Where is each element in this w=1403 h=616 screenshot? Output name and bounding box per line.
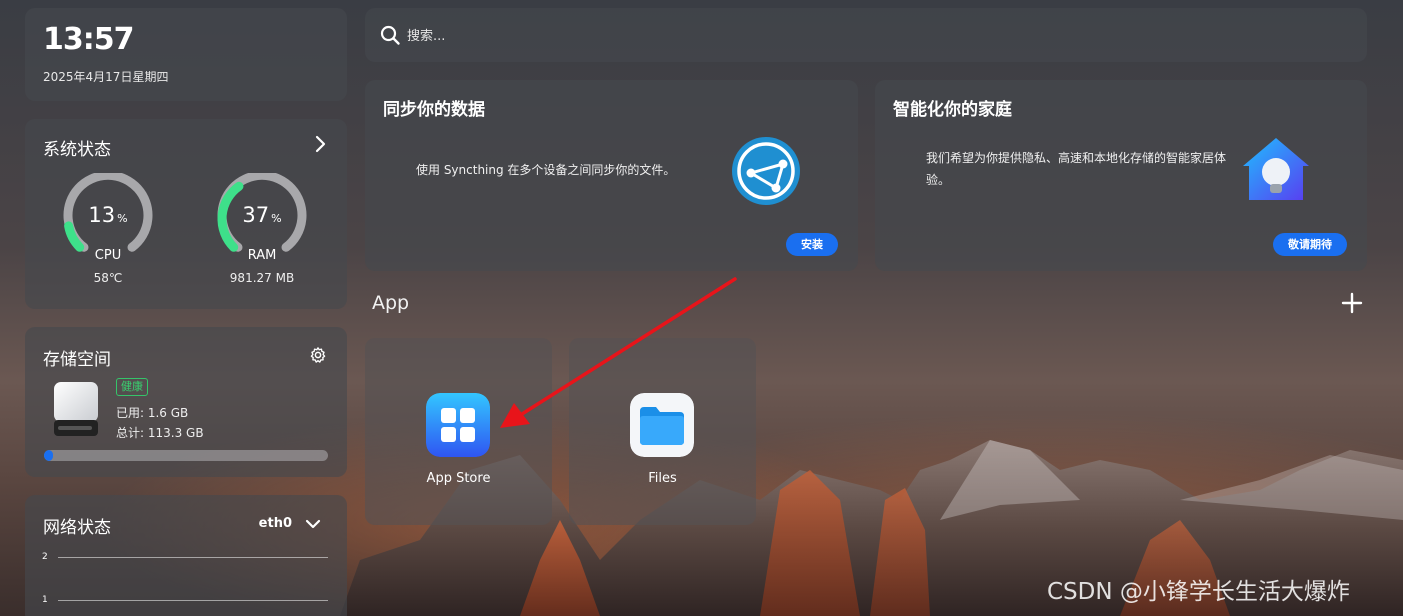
- syncthing-icon: [732, 137, 800, 205]
- folder-icon: [630, 393, 694, 457]
- ram-used: 981.27 MB: [229, 271, 295, 285]
- search-input[interactable]: [405, 22, 1309, 50]
- promo-description: 我们希望为你提供隐私、高速和本地化存储的智能家居体验。: [926, 151, 1227, 187]
- clock-date: 2025年4月17日星期四: [43, 70, 169, 84]
- promo-card-smart-home: 智能化你的家庭 我们希望为你提供隐私、高速和本地化存储的智能家居体验。 敬请期待: [875, 80, 1367, 271]
- clock-widget: 13:57 2025年4月17日星期四: [25, 8, 347, 101]
- app-name: App Store: [426, 471, 491, 486]
- storage-used: 已用: 1.6 GB: [116, 406, 189, 420]
- promo-title: 智能化你的家庭: [893, 100, 1012, 120]
- cpu-unit: %: [117, 212, 128, 225]
- storage-total: 总计: 113.3 GB: [116, 426, 204, 440]
- ram-percent: 37: [242, 203, 270, 227]
- interface-selector[interactable]: eth0: [259, 516, 292, 531]
- chevron-right-icon[interactable]: [311, 135, 329, 153]
- storage-usage-fill: [44, 450, 53, 461]
- network-title: 网络状态: [43, 518, 111, 538]
- search-icon: [380, 25, 400, 45]
- network-y-tick: 1: [42, 595, 48, 605]
- promo-card-syncthing: 同步你的数据 使用 Syncthing 在多个设备之间同步你的文件。 安装: [365, 80, 858, 271]
- system-status-title: 系统状态: [43, 140, 111, 160]
- app-tile-app-store[interactable]: App Store: [365, 338, 552, 525]
- storage-usage-bar: [44, 450, 328, 461]
- hard-drive-icon: [54, 382, 98, 436]
- ram-gauge: 37% RAM: [216, 173, 308, 265]
- app-section-title: App: [372, 292, 410, 314]
- network-gridline: [58, 600, 328, 601]
- storage-widget: 存储空间 健康 已用: 1.6 GB 总计: 113.3 GB: [25, 327, 347, 477]
- coming-soon-button[interactable]: 敬请期待: [1273, 233, 1347, 256]
- app-name: Files: [648, 471, 677, 486]
- app-store-icon: [426, 393, 490, 457]
- plus-icon[interactable]: [1341, 292, 1363, 314]
- storage-title: 存储空间: [43, 350, 111, 370]
- ram-unit: %: [271, 212, 282, 225]
- app-tile-files[interactable]: Files: [569, 338, 756, 525]
- network-gridline: [58, 557, 328, 558]
- cpu-gauge: 13% CPU: [62, 173, 154, 265]
- health-badge: 健康: [116, 378, 148, 396]
- ram-label: RAM: [247, 248, 277, 263]
- network-y-tick: 2: [42, 552, 48, 562]
- promo-description: 使用 Syncthing 在多个设备之间同步你的文件。: [416, 163, 676, 177]
- cpu-label: CPU: [94, 248, 122, 263]
- promo-title: 同步你的数据: [383, 100, 485, 120]
- chevron-down-icon[interactable]: [304, 515, 322, 533]
- gear-icon[interactable]: [309, 346, 327, 364]
- network-widget: 网络状态 eth0 2 1: [25, 495, 347, 616]
- cpu-percent: 13: [88, 203, 116, 227]
- install-button[interactable]: 安装: [786, 233, 838, 256]
- clock-time: 13:57: [43, 22, 134, 57]
- search-bar[interactable]: [365, 8, 1367, 62]
- smart-home-icon: [1243, 138, 1309, 200]
- cpu-temperature: 58℃: [93, 271, 123, 285]
- watermark: CSDN @小锋学长生活大爆炸: [1047, 579, 1350, 605]
- system-status-widget: 系统状态 13% CPU 58℃ 37% RAM 981.27 MB: [25, 119, 347, 309]
